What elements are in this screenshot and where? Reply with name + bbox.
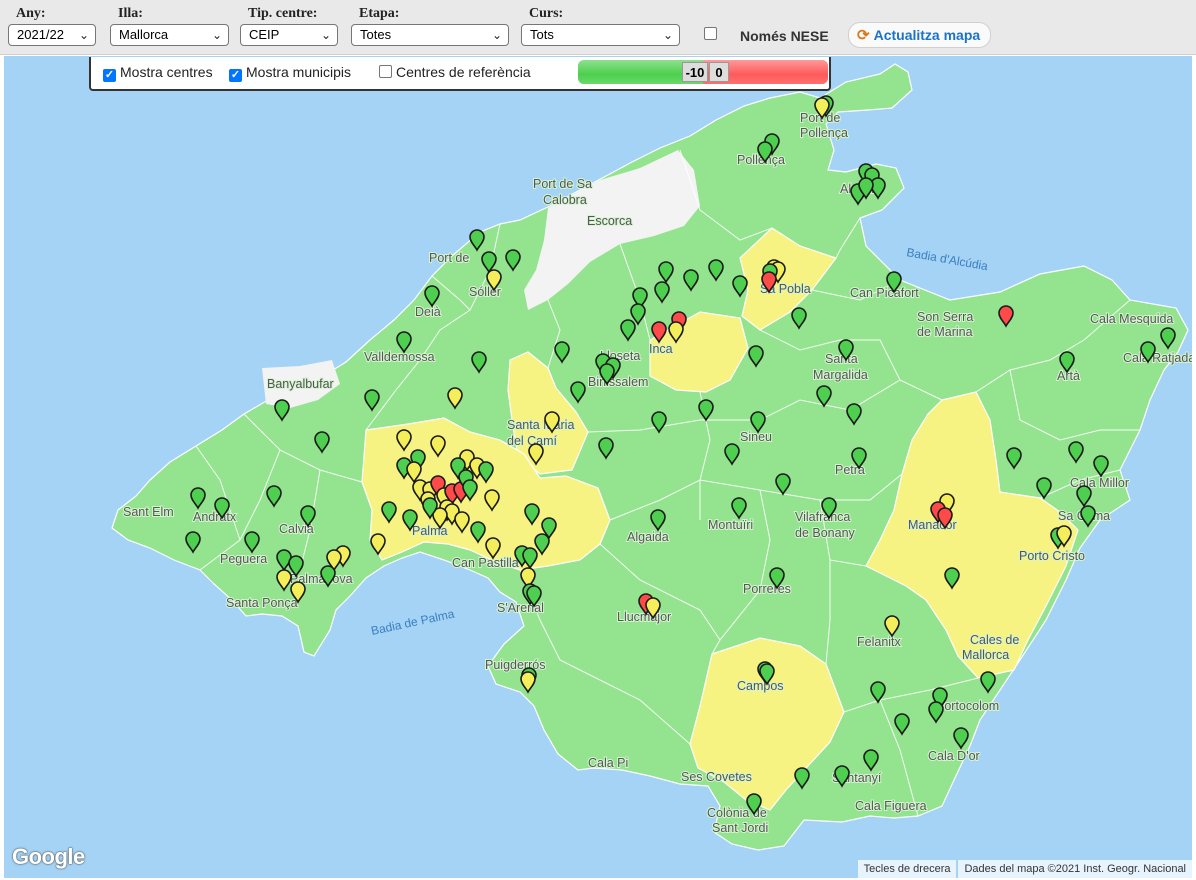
keyboard-shortcuts-link[interactable]: Tecles de drecera <box>857 860 957 878</box>
legend-min-value: -10 <box>682 62 708 82</box>
filter-toolbar: Any: 2021/22 ⌄ Illa: Mallorca ⌄ Tip. centr… <box>0 0 1196 55</box>
refresh-icon: ⟳ <box>857 27 870 44</box>
chevron-down-icon: ⌄ <box>662 28 673 42</box>
place-label: Sant Jordi <box>712 821 768 835</box>
place-label: Andratx <box>193 510 237 524</box>
island-map[interactable]: Port dePollençaPollençaAlcúdiaPort de Sa… <box>4 56 1192 878</box>
place-label: Pollença <box>800 126 848 140</box>
any-value: 2021/22 <box>17 27 64 42</box>
any-select[interactable]: 2021/22 ⌄ <box>8 24 96 46</box>
show-centres-checkbox[interactable]: ✓ <box>103 69 116 82</box>
show-centres-control[interactable]: ✓ Mostra centres <box>103 64 213 82</box>
any-filter: Any: 2021/22 ⌄ <box>8 6 96 46</box>
place-label: Binissalem <box>588 375 648 389</box>
legend-max-value: 0 <box>709 62 729 82</box>
place-label: Sineu <box>740 430 772 444</box>
place-label: Santa Maria <box>507 418 574 432</box>
show-munis-checkbox[interactable]: ✓ <box>229 69 242 82</box>
curs-label: Curs: <box>529 6 564 21</box>
place-label: Artà <box>1057 369 1080 383</box>
chevron-down-icon: ⌄ <box>211 28 222 42</box>
chevron-down-icon: ⌄ <box>491 28 502 42</box>
place-label: Cales de <box>970 633 1019 647</box>
place-label: Port de <box>429 251 469 265</box>
place-label: Palma <box>412 524 447 538</box>
place-label: Escorca <box>587 214 632 228</box>
place-label: Deià <box>415 305 441 319</box>
place-label: Cala D'or <box>928 749 980 763</box>
show-munis-label: Mostra municipis <box>246 64 352 80</box>
map-controls-panel: ✓ Mostra centres ✓ Mostra municipis Centre… <box>89 57 831 91</box>
place-label: Cala Ratjada <box>1123 351 1192 365</box>
ref-centres-label: Centres de referència <box>396 64 531 80</box>
nese-checkbox[interactable] <box>704 27 717 40</box>
chevron-down-icon: ⌄ <box>320 28 331 42</box>
place-label: Ses Covetes <box>681 770 752 784</box>
tip-filter: Tip. centre: CEIP ⌄ <box>240 6 338 46</box>
place-label: Porto Cristo <box>1019 549 1085 563</box>
any-label: Any: <box>16 6 46 21</box>
ref-centres-checkbox[interactable] <box>379 65 392 78</box>
update-map-label: Actualitza mapa <box>873 27 981 43</box>
etapa-value: Totes <box>360 27 392 42</box>
etapa-label: Etapa: <box>359 6 400 21</box>
place-label: Santa Ponça <box>226 596 298 610</box>
illa-label: Illa: <box>118 6 143 21</box>
place-label: Inca <box>649 342 673 356</box>
place-label: Cala Pi <box>588 756 628 770</box>
etapa-select[interactable]: Totes ⌄ <box>351 24 509 46</box>
tip-select[interactable]: CEIP ⌄ <box>240 24 338 46</box>
update-map-button[interactable]: ⟳ Actualitza mapa <box>848 22 992 48</box>
tip-label: Tip. centre: <box>248 6 318 21</box>
place-label: Valldemossa <box>364 350 435 364</box>
show-centres-label: Mostra centres <box>120 64 213 80</box>
place-label: de Bonany <box>795 526 856 540</box>
curs-filter: Curs: Tots ⌄ <box>521 6 680 46</box>
place-label: Peguera <box>220 552 267 566</box>
chevron-down-icon: ⌄ <box>78 28 89 42</box>
place-label: Campos <box>737 679 784 693</box>
place-label: Sant Elm <box>123 505 174 519</box>
place-label: Algaida <box>627 530 669 544</box>
tip-value: CEIP <box>249 27 280 42</box>
place-label: Porreres <box>743 582 791 596</box>
place-label: Mallorca <box>962 648 1009 662</box>
etapa-filter: Etapa: Totes ⌄ <box>351 6 509 46</box>
google-logo: Google <box>12 844 85 869</box>
illa-value: Mallorca <box>119 27 169 42</box>
place-label: Calobra <box>543 193 587 207</box>
place-label: Puigderrós <box>485 658 545 672</box>
illa-select[interactable]: Mallorca ⌄ <box>110 24 229 46</box>
place-label: Can Picafort <box>850 286 919 300</box>
place-label: Cala Mesquida <box>1090 312 1173 326</box>
nese-label: Només NESE <box>740 28 829 44</box>
curs-value: Tots <box>530 27 554 42</box>
place-label: Margalida <box>813 368 868 382</box>
place-label: Felanitx <box>857 635 902 649</box>
color-legend-bar: -10 0 <box>578 60 828 84</box>
illa-filter: Illa: Mallorca ⌄ <box>110 6 229 46</box>
place-label: Port de Sa <box>533 177 592 191</box>
place-label: Cala Figuera <box>855 799 927 813</box>
show-munis-control[interactable]: ✓ Mostra municipis <box>229 64 351 82</box>
map-attribution: Tecles de drecera Dades del mapa ©2021 I… <box>856 860 1192 878</box>
ref-centres-control[interactable]: Centres de referència <box>379 64 531 80</box>
map-viewport[interactable]: Port dePollençaPollençaAlcúdiaPort de Sa… <box>4 56 1192 878</box>
place-label: de Marina <box>917 325 973 339</box>
place-label: Montuïri <box>708 518 753 532</box>
place-label: Banyalbufar <box>267 377 334 391</box>
place-label: Can Pastilla <box>452 556 519 570</box>
place-label: Vilafranca <box>795 510 850 524</box>
map-data-attribution[interactable]: Dades del mapa ©2021 Inst. Geogr. Nacion… <box>958 860 1192 878</box>
place-label: Son Serra <box>917 310 973 324</box>
curs-select[interactable]: Tots ⌄ <box>521 24 680 46</box>
